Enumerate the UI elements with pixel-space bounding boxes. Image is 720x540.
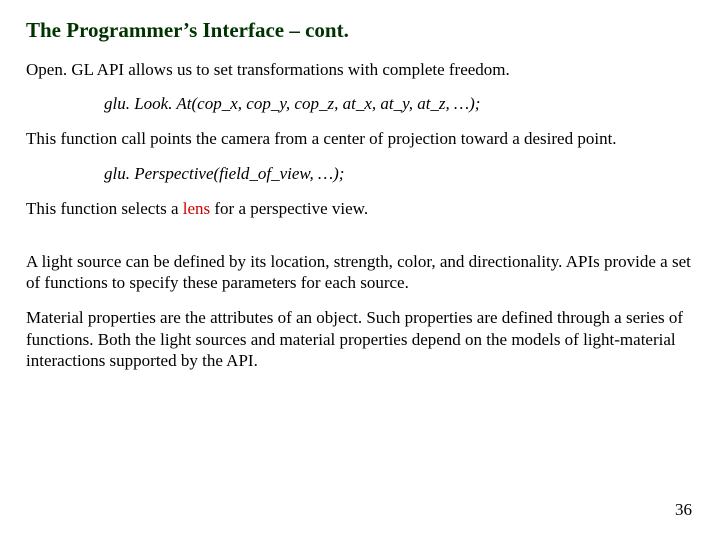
spacer	[26, 233, 694, 251]
page-number: 36	[675, 500, 692, 520]
slide-title: The Programmer’s Interface – cont.	[26, 18, 694, 43]
code-perspective: glu. Perspective(field_of_view, …);	[104, 164, 694, 184]
paragraph-light-source: A light source can be defined by its loc…	[26, 251, 694, 294]
slide: The Programmer’s Interface – cont. Open.…	[0, 0, 720, 540]
lens-word: lens	[183, 199, 210, 218]
lens-sentence-a: This function selects a	[26, 199, 183, 218]
code-lookat: glu. Look. At(cop_x, cop_y, cop_z, at_x,…	[104, 94, 694, 114]
paragraph-lookat-desc: This function call points the camera fro…	[26, 128, 694, 149]
lens-sentence-b: for a perspective view.	[210, 199, 368, 218]
paragraph-intro: Open. GL API allows us to set transforma…	[26, 59, 694, 80]
paragraph-lens: This function selects a lens for a persp…	[26, 198, 694, 219]
paragraph-material: Material properties are the attributes o…	[26, 307, 694, 371]
